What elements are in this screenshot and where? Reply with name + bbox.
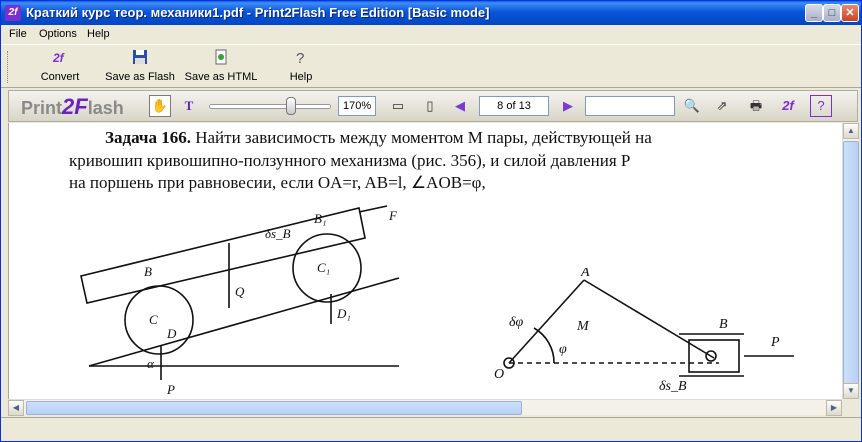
pan-hand-icon[interactable]: ✋ bbox=[149, 95, 171, 117]
label-p-force: P bbox=[770, 335, 780, 350]
search-input[interactable] bbox=[585, 96, 675, 116]
menu-file[interactable]: File bbox=[9, 28, 27, 40]
label-delta-phi: δφ bbox=[509, 315, 524, 330]
minimize-button[interactable]: _ bbox=[805, 4, 823, 22]
next-page-icon[interactable]: ▶ bbox=[557, 95, 579, 117]
viewer-toolbar: Print2Flash ✋ T 170% ▭ ▯ ◀ 8 of 13 ▶ 🔍 ⇗… bbox=[8, 90, 858, 122]
window-title: Краткий курс теор. механики1.pdf - Print… bbox=[26, 5, 490, 20]
print2flash-logo: Print2Flash bbox=[21, 94, 124, 119]
label-a: A bbox=[580, 268, 590, 280]
convert-button[interactable]: 2f Convert bbox=[36, 49, 84, 87]
label-f: F bbox=[388, 208, 398, 223]
problem-label: Задача 166. bbox=[105, 128, 191, 147]
label-b1: B₁ bbox=[314, 211, 326, 226]
zoom-slider-thumb[interactable] bbox=[286, 97, 296, 115]
print-icon[interactable]: 🖶 bbox=[745, 95, 767, 117]
horizontal-scrollbar[interactable]: ◀ ▶ bbox=[8, 399, 842, 416]
figure-crank-slider: A B M δφ φ O P δs_B bbox=[494, 268, 794, 394]
menu-bar: File Options Help bbox=[1, 25, 861, 44]
floppy-disk-icon bbox=[133, 50, 147, 64]
label-d1: D₁ bbox=[336, 306, 351, 321]
toolbar-grip[interactable] bbox=[7, 51, 10, 83]
menu-options[interactable]: Options bbox=[39, 28, 77, 40]
help-button[interactable]: ? Help bbox=[283, 49, 319, 87]
vertical-scrollbar[interactable]: ▲ ▼ bbox=[842, 123, 859, 399]
previous-page-icon[interactable]: ◀ bbox=[449, 95, 471, 117]
document-page[interactable]: Задача 166. Найти зависимость между моме… bbox=[8, 123, 842, 399]
label-c: C bbox=[149, 312, 158, 327]
scroll-right-icon[interactable]: ▶ bbox=[826, 400, 842, 416]
save-as-html-button[interactable]: Save as HTML bbox=[183, 49, 259, 87]
figure-rolling-plank: B B₁ δs_B F Q C C₁ D D₁ α P bbox=[80, 205, 400, 397]
menu-help[interactable]: Help bbox=[87, 28, 110, 40]
vertical-scroll-thumb[interactable] bbox=[843, 141, 859, 389]
save-as-html-label: Save as HTML bbox=[184, 71, 258, 83]
text-select-icon[interactable]: T bbox=[178, 95, 200, 117]
label-delta-sb: δs_B bbox=[265, 226, 291, 241]
question-mark-icon: ? bbox=[296, 50, 304, 65]
search-icon[interactable]: 🔍 bbox=[681, 95, 703, 117]
label-q: Q bbox=[235, 284, 245, 299]
export-icon[interactable]: ⇗ bbox=[711, 95, 733, 117]
fit-page-icon[interactable]: ▯ bbox=[419, 95, 441, 117]
convert-label: Convert bbox=[40, 71, 80, 83]
close-button[interactable]: ✕ bbox=[841, 4, 859, 22]
help-label: Help bbox=[289, 71, 313, 83]
label-phi: φ bbox=[559, 342, 567, 357]
label-c1: C₁ bbox=[317, 260, 330, 275]
save-as-flash-label: Save as Flash bbox=[105, 71, 175, 83]
label-d: D bbox=[166, 326, 177, 341]
main-toolbar: 2f Convert Save as Flash Save as HTML ? … bbox=[1, 44, 861, 88]
problem-line-2: кривошип кривошипно-ползунного механизма… bbox=[69, 151, 631, 170]
scroll-left-icon[interactable]: ◀ bbox=[8, 400, 24, 416]
label-b: B bbox=[144, 264, 152, 279]
zoom-input[interactable]: 170% bbox=[338, 96, 376, 116]
app-icon: 2f bbox=[5, 5, 21, 21]
html-document-icon bbox=[215, 49, 227, 65]
svg-text:?: ? bbox=[296, 50, 304, 65]
svg-text:2f: 2f bbox=[52, 51, 65, 65]
status-bar bbox=[1, 417, 861, 441]
viewer-help-icon[interactable]: ? bbox=[810, 95, 832, 117]
label-m: M bbox=[576, 319, 590, 334]
fit-width-icon[interactable]: ▭ bbox=[387, 95, 409, 117]
scroll-up-icon[interactable]: ▲ bbox=[843, 123, 859, 139]
app-window: 2f Краткий курс теор. механики1.pdf - Pr… bbox=[0, 0, 862, 442]
zoom-slider[interactable] bbox=[209, 104, 331, 109]
title-bar: 2f Краткий курс теор. механики1.pdf - Pr… bbox=[1, 1, 861, 25]
horizontal-scroll-thumb[interactable] bbox=[26, 401, 522, 415]
problem-line-1: Задача 166. Найти зависимость между моме… bbox=[105, 128, 652, 147]
save-as-flash-button[interactable]: Save as Flash bbox=[104, 49, 176, 87]
label-delta-sb-right: δs_B bbox=[659, 379, 687, 394]
label-p: P bbox=[166, 382, 175, 397]
problem-line-3: на поршень при равновесии, если OA=r, AB… bbox=[69, 173, 486, 192]
label-slider-b: B bbox=[719, 317, 728, 332]
label-alpha: α bbox=[147, 356, 155, 371]
print2flash-icon[interactable]: 2f bbox=[777, 95, 799, 117]
convert-icon: 2f bbox=[52, 51, 65, 65]
label-o: O bbox=[494, 367, 504, 382]
scroll-down-icon[interactable]: ▼ bbox=[843, 383, 859, 399]
page-number-input[interactable]: 8 of 13 bbox=[479, 96, 549, 116]
maximize-button[interactable]: □ bbox=[823, 4, 841, 22]
